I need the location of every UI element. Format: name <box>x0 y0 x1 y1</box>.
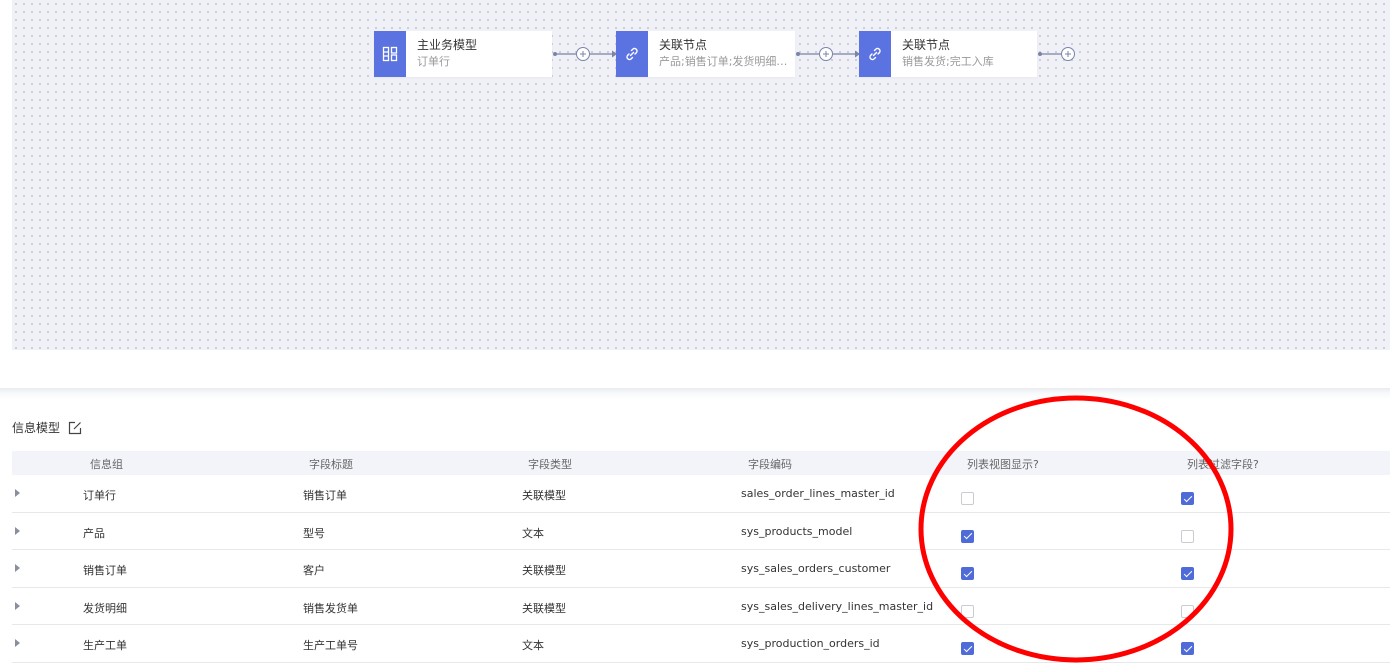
table-row: 生产工单 生产工单号 文本 sys_production_orders_id <box>12 625 1390 663</box>
link-icon <box>616 31 648 77</box>
expand-caret-icon[interactable] <box>15 526 20 535</box>
column-header-code: 字段编码 <box>748 458 792 471</box>
list-filter-checkbox[interactable] <box>1181 642 1194 655</box>
list-filter-checkbox[interactable] <box>1181 567 1194 580</box>
cell-group: 发货明细 <box>83 601 127 615</box>
link-icon <box>859 31 891 77</box>
info-model-header: 信息模型 <box>12 419 82 436</box>
column-header-list-view: 列表视图显示? <box>967 458 1039 471</box>
grid-layout-icon <box>374 31 406 77</box>
flow-node-subtitle: 订单行 <box>417 55 450 68</box>
table-header: 信息组 字段标题 字段类型 字段编码 列表视图显示? 列表过滤字段? <box>12 451 1390 475</box>
cell-type: 关联模型 <box>522 601 566 615</box>
flow-connector-2 <box>796 47 860 61</box>
flow-node-subtitle: 销售发货;完工入库 <box>902 55 994 68</box>
cell-group: 订单行 <box>83 489 116 502</box>
list-view-checkbox[interactable] <box>961 642 974 655</box>
expand-caret-icon[interactable] <box>15 489 20 497</box>
flow-node-relation-2[interactable]: 关联节点 销售发货;完工入库 <box>859 31 1037 77</box>
expand-caret-icon[interactable] <box>15 639 20 647</box>
cell-group: 产品 <box>83 526 105 540</box>
list-view-checkbox[interactable] <box>961 604 974 618</box>
info-model-table: 信息组 字段标题 字段类型 字段编码 列表视图显示? 列表过滤字段? 订单行 销… <box>12 451 1390 663</box>
cell-type: 文本 <box>522 639 544 652</box>
cell-title: 客户 <box>303 564 325 577</box>
list-filter-checkbox[interactable] <box>1181 492 1194 505</box>
cell-code: sys_sales_delivery_lines_master_id <box>741 599 934 613</box>
cell-code: sys_production_orders_id <box>741 637 880 650</box>
column-header-type: 字段类型 <box>528 458 572 471</box>
table-row: 订单行 销售订单 关联模型 sales_order_lines_master_i… <box>12 475 1390 513</box>
flow-node-subtitle: 产品;销售订单;发货明细… <box>659 55 788 68</box>
table-row: 产品 型号 文本 sys_products_model <box>12 513 1390 550</box>
list-view-checkbox[interactable] <box>961 567 974 580</box>
cell-group: 销售订单 <box>83 564 127 577</box>
flow-connector-1 <box>553 47 617 61</box>
cell-title: 生产工单号 <box>303 639 358 652</box>
flow-node-title: 主业务模型 <box>417 38 478 52</box>
list-filter-checkbox[interactable] <box>1181 529 1194 543</box>
edit-icon[interactable] <box>68 421 82 435</box>
cell-title: 销售发货单 <box>303 601 358 615</box>
section-divider <box>0 388 1390 400</box>
cell-code: sys_products_model <box>741 524 853 538</box>
column-header-group: 信息组 <box>90 458 123 471</box>
add-node-button[interactable] <box>1037 47 1077 61</box>
cell-title: 型号 <box>303 526 325 540</box>
flow-node-main-model[interactable]: 主业务模型 订单行 <box>374 31 552 77</box>
table-row: 销售订单 客户 关联模型 sys_sales_orders_customer <box>12 550 1390 588</box>
expand-caret-icon[interactable] <box>15 564 20 572</box>
section-title: 信息模型 <box>12 421 61 435</box>
column-header-title: 字段标题 <box>309 458 353 471</box>
cell-type: 文本 <box>522 526 544 540</box>
flow-node-title: 关联节点 <box>659 38 708 52</box>
expand-caret-icon[interactable] <box>15 601 20 610</box>
cell-type: 关联模型 <box>522 564 566 577</box>
list-filter-checkbox[interactable] <box>1181 604 1194 618</box>
table-row: 发货明细 销售发货单 关联模型 sys_sales_delivery_lines… <box>12 588 1390 625</box>
flow-canvas[interactable]: 主业务模型 订单行 关联节点 产品;销售订单;发货明细… 关联节点 销售发货;完… <box>12 0 1390 350</box>
cell-code: sys_sales_orders_customer <box>741 562 891 575</box>
column-header-list-filter: 列表过滤字段? <box>1187 458 1259 471</box>
cell-type: 关联模型 <box>522 489 566 502</box>
list-view-checkbox[interactable] <box>961 492 974 505</box>
list-view-checkbox[interactable] <box>961 529 974 543</box>
cell-title: 销售订单 <box>303 489 347 502</box>
flow-node-relation-1[interactable]: 关联节点 产品;销售订单;发货明细… <box>616 31 795 77</box>
flow-node-title: 关联节点 <box>902 38 951 52</box>
cell-group: 生产工单 <box>83 639 127 652</box>
cell-code: sales_order_lines_master_id <box>741 487 895 500</box>
